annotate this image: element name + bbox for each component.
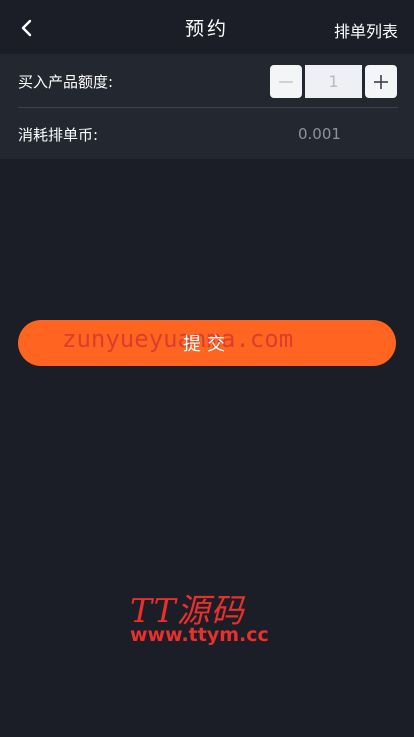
watermark-overlay: zunyueyuanma.com (62, 325, 294, 353)
minus-icon (279, 80, 293, 83)
increase-button[interactable] (365, 65, 397, 98)
consume-row: 消耗排单币: 0.001 (0, 108, 414, 159)
submit-label: 提交 (183, 334, 231, 355)
app-header: 预约 排单列表 (0, 0, 414, 54)
logo-watermark: TT源码 www.ttym.cc (130, 584, 280, 648)
consume-value: 0.001 (298, 125, 341, 143)
decrease-button[interactable] (270, 65, 302, 98)
order-list-link[interactable]: 排单列表 (334, 18, 398, 42)
quantity-stepper (270, 65, 397, 98)
logo-url: www.ttym.cc (130, 624, 269, 646)
reservation-form: 买入产品额度: 消耗排单币: 0.001 (0, 54, 414, 159)
quantity-input[interactable] (305, 65, 362, 98)
consume-label: 消耗排单币: (18, 126, 99, 144)
amount-row: 买入产品额度: (0, 54, 414, 107)
plus-icon (374, 74, 388, 89)
amount-label: 买入产品额度: (18, 73, 114, 91)
